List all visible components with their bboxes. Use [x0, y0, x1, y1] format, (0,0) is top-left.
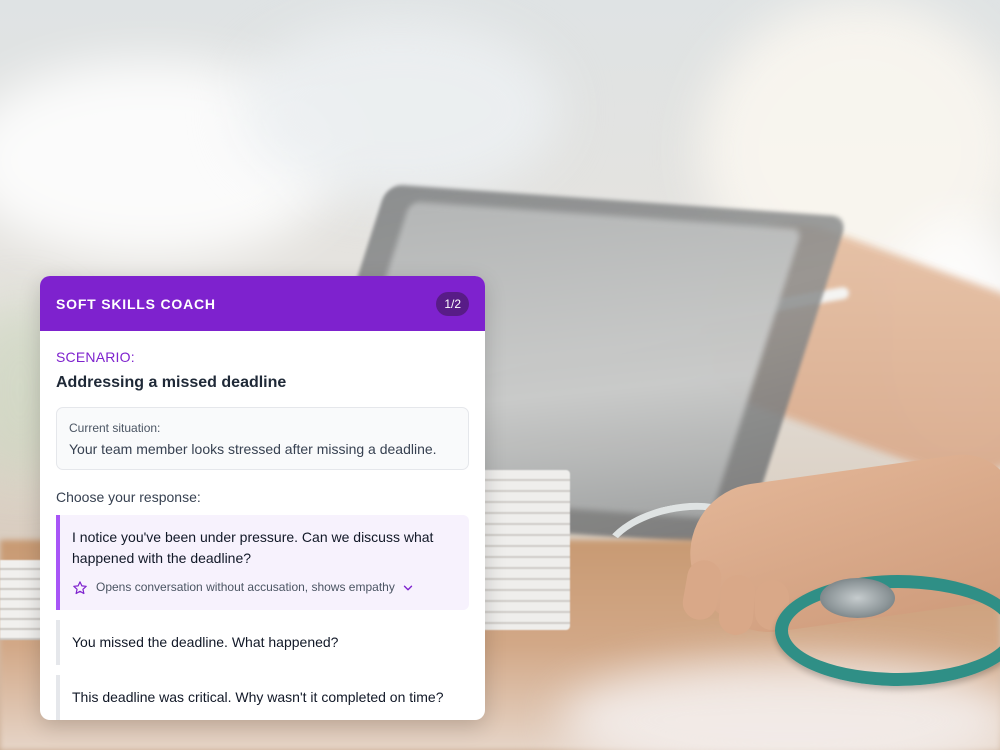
- response-option-text: You missed the deadline. What happened?: [72, 634, 339, 650]
- response-feedback[interactable]: Opens conversation without accusation, s…: [72, 577, 457, 598]
- current-situation-box: Current situation: Your team member look…: [56, 407, 469, 470]
- stethoscope-chestpiece: [820, 578, 895, 618]
- response-option-text: I notice you've been under pressure. Can…: [72, 529, 434, 566]
- card-body: SCENARIO: Addressing a missed deadline C…: [40, 331, 485, 720]
- response-feedback-text: Opens conversation without accusation, s…: [96, 580, 395, 594]
- card-header: SOFT SKILLS COACH 1/2: [40, 276, 485, 331]
- coach-card: SOFT SKILLS COACH 1/2 SCENARIO: Addressi…: [40, 276, 485, 720]
- scenario-title: Addressing a missed deadline: [56, 374, 287, 391]
- card-title: SOFT SKILLS COACH: [56, 295, 216, 312]
- window-light: [240, 20, 560, 200]
- step-counter-badge: 1/2: [436, 291, 469, 316]
- choose-response-label: Choose your response:: [56, 489, 201, 505]
- response-option-text: This deadline was critical. Why wasn't i…: [72, 689, 444, 705]
- situation-label: Current situation:: [69, 421, 161, 435]
- chevron-down-icon[interactable]: [403, 583, 413, 593]
- book-stack: [470, 470, 570, 630]
- star-outline-icon: [73, 580, 87, 594]
- response-option-1[interactable]: I notice you've been under pressure. Can…: [56, 515, 469, 610]
- scenario-label: SCENARIO:: [56, 349, 135, 365]
- response-option-3[interactable]: This deadline was critical. Why wasn't i…: [56, 675, 469, 720]
- situation-text: Your team member looks stressed after mi…: [69, 441, 437, 457]
- response-option-2[interactable]: You missed the deadline. What happened?: [56, 620, 469, 665]
